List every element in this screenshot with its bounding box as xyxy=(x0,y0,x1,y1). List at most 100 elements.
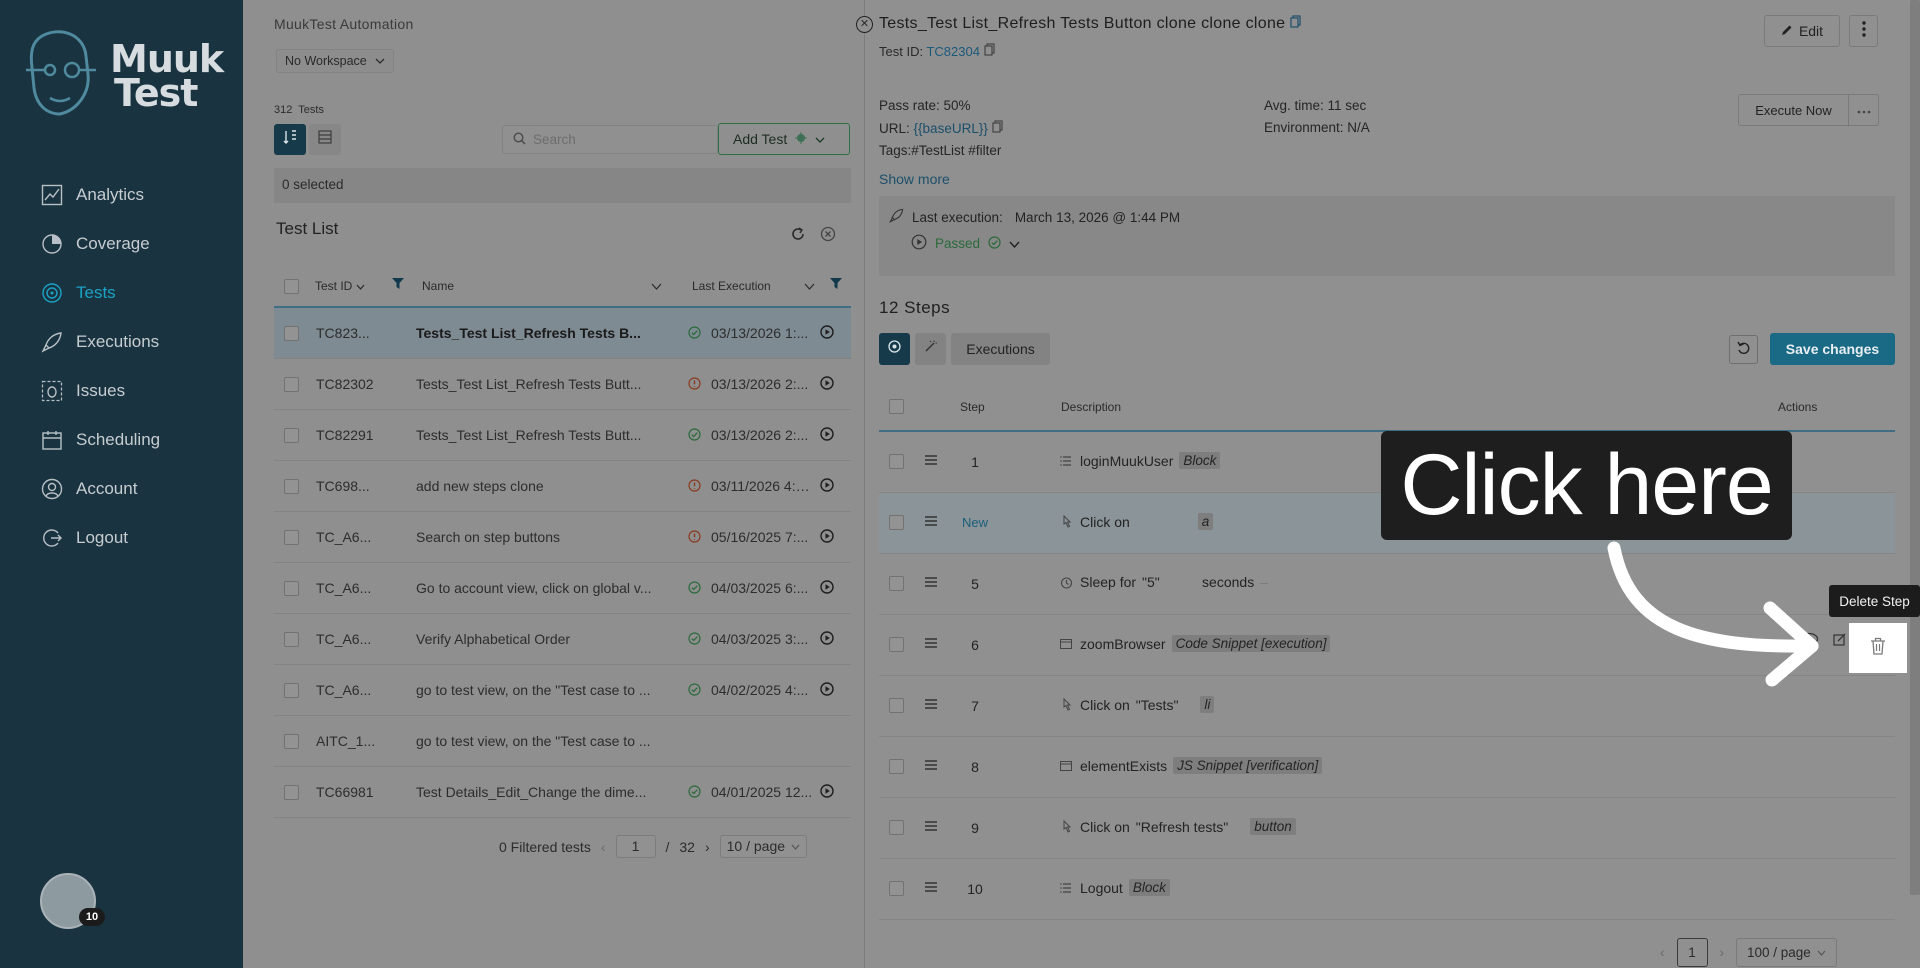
page-size-select[interactable]: 10 / page xyxy=(719,835,808,858)
execute-now-button[interactable]: Execute Now xyxy=(1738,94,1849,126)
row-checkbox[interactable] xyxy=(284,530,299,548)
add-test-button[interactable]: Add Test xyxy=(718,123,850,155)
sidebar-item-logout[interactable]: Logout xyxy=(40,513,160,562)
sidebar-item-coverage[interactable]: Coverage xyxy=(40,219,160,268)
executions-tab-button[interactable]: Executions xyxy=(951,333,1050,365)
table-row[interactable]: TC_A6... Search on step buttons 05/16/2025… xyxy=(274,512,851,563)
column-name[interactable]: Name xyxy=(422,279,454,293)
drag-handle-icon[interactable] xyxy=(924,819,938,835)
test-id-value[interactable]: TC82304 xyxy=(926,44,979,59)
row-checkbox[interactable] xyxy=(284,326,299,344)
ai-edit-button[interactable] xyxy=(915,333,946,365)
more-options-button[interactable] xyxy=(1849,15,1878,47)
execute-options-button[interactable] xyxy=(1849,94,1879,126)
copy-icon[interactable] xyxy=(983,43,995,56)
sidebar-item-account[interactable]: Account xyxy=(40,464,160,513)
row-checkbox[interactable] xyxy=(284,785,299,803)
step-checkbox[interactable] xyxy=(889,454,904,472)
step-row[interactable]: 10 Logout Block xyxy=(879,859,1895,920)
table-row[interactable]: TC823... Tests_Test List_Refresh Tests B.… xyxy=(274,308,851,359)
steps-view-button[interactable] xyxy=(879,333,910,365)
current-page[interactable]: 1 xyxy=(1676,938,1708,967)
row-checkbox[interactable] xyxy=(284,734,299,752)
row-checkbox[interactable] xyxy=(284,632,299,650)
table-row[interactable]: TC_A6... go to test view, on the "Test ca… xyxy=(274,665,851,716)
table-row[interactable]: TC82302 Tests_Test List_Refresh Tests But… xyxy=(274,359,851,410)
step-row[interactable]: 8 elementExists JS Snippet [verification] xyxy=(879,737,1895,798)
step-checkbox[interactable] xyxy=(889,820,904,838)
workspace-select[interactable]: No Workspace xyxy=(276,49,394,73)
drag-handle-icon[interactable] xyxy=(924,514,938,530)
sidebar-item-tests[interactable]: Tests xyxy=(40,268,160,317)
column-test-id[interactable]: Test ID xyxy=(315,279,365,293)
show-more-link[interactable]: Show more xyxy=(879,171,950,187)
muuktest-logo[interactable]: Muuk Test xyxy=(20,28,225,120)
play-circle-icon[interactable] xyxy=(820,478,834,495)
select-all-checkbox[interactable] xyxy=(284,279,299,297)
table-row[interactable]: TC66981 Test Details_Edit_Change the dime… xyxy=(274,767,851,818)
row-checkbox[interactable] xyxy=(284,581,299,599)
play-circle-icon[interactable] xyxy=(820,631,834,648)
table-row[interactable]: TC698... add new steps clone 03/11/2026 4:… xyxy=(274,461,851,512)
filter-icon[interactable] xyxy=(830,277,842,293)
step-row[interactable]: 9 Click on "Refresh tests" button xyxy=(879,798,1895,859)
step-checkbox[interactable] xyxy=(889,759,904,777)
step-checkbox[interactable] xyxy=(889,576,904,594)
copy-icon[interactable] xyxy=(1290,15,1301,28)
row-checkbox[interactable] xyxy=(284,683,299,701)
play-circle-icon[interactable] xyxy=(820,427,834,444)
select-all-steps-checkbox[interactable] xyxy=(889,399,904,417)
chevron-down-icon[interactable] xyxy=(1009,236,1020,251)
table-view-button[interactable] xyxy=(309,124,341,155)
page-size-select[interactable]: 100 / page xyxy=(1736,938,1837,967)
next-page-icon[interactable]: › xyxy=(705,839,710,855)
undo-button[interactable] xyxy=(1729,335,1758,364)
drag-handle-icon[interactable] xyxy=(924,697,938,713)
drag-handle-icon[interactable] xyxy=(924,758,938,774)
play-circle-icon[interactable] xyxy=(820,682,834,699)
drag-handle-icon[interactable] xyxy=(924,880,938,896)
sidebar-item-scheduling[interactable]: Scheduling xyxy=(40,415,160,464)
copy-icon[interactable] xyxy=(992,120,1003,133)
drag-handle-icon[interactable] xyxy=(924,453,938,469)
chevron-down-icon[interactable] xyxy=(651,279,662,293)
play-circle-icon[interactable] xyxy=(820,529,834,546)
url-value[interactable]: {{baseURL}} xyxy=(914,121,988,136)
save-changes-button[interactable]: Save changes xyxy=(1770,333,1895,365)
step-checkbox[interactable] xyxy=(889,698,904,716)
play-circle-icon[interactable] xyxy=(820,784,834,801)
column-last-execution[interactable]: Last Execution xyxy=(692,279,771,293)
search-input[interactable]: Search xyxy=(502,125,718,154)
drag-handle-icon[interactable] xyxy=(924,636,938,652)
next-page-icon[interactable]: › xyxy=(1720,945,1725,960)
scrollbar[interactable] xyxy=(1910,0,1920,895)
sidebar-item-analytics[interactable]: Analytics xyxy=(40,170,160,219)
close-panel-icon[interactable]: ✕ xyxy=(856,16,873,33)
refresh-icon[interactable] xyxy=(790,226,806,247)
play-circle-icon[interactable] xyxy=(820,376,834,393)
row-checkbox[interactable] xyxy=(284,377,299,395)
row-checkbox[interactable] xyxy=(284,479,299,497)
row-checkbox[interactable] xyxy=(284,428,299,446)
step-checkbox[interactable] xyxy=(889,881,904,899)
delete-step-button[interactable] xyxy=(1849,623,1907,673)
clear-icon[interactable] xyxy=(820,226,836,247)
edit-button[interactable]: Edit xyxy=(1764,15,1840,47)
table-row[interactable]: TC82291 Tests_Test List_Refresh Tests But… xyxy=(274,410,851,461)
table-row[interactable]: TC_A6... Go to account view, click on glo… xyxy=(274,563,851,614)
edit-step-icon[interactable] xyxy=(1833,632,1847,651)
step-checkbox[interactable] xyxy=(889,637,904,655)
sidebar-item-issues[interactable]: Issues xyxy=(40,366,160,415)
step-checkbox[interactable] xyxy=(889,515,904,533)
prev-page-icon[interactable]: ‹ xyxy=(1660,945,1665,960)
play-circle-icon[interactable] xyxy=(911,234,927,253)
drag-handle-icon[interactable] xyxy=(924,575,938,591)
table-row[interactable]: AITC_1... go to test view, on the "Test c… xyxy=(274,716,851,767)
play-circle-icon[interactable] xyxy=(820,580,834,597)
chevron-down-icon[interactable] xyxy=(804,279,815,293)
prev-page-icon[interactable]: ‹ xyxy=(601,839,606,855)
list-view-button[interactable] xyxy=(274,124,306,155)
play-circle-icon[interactable] xyxy=(820,325,834,342)
filter-icon[interactable] xyxy=(392,277,404,293)
table-row[interactable]: TC_A6... Verify Alphabetical Order 04/03/2… xyxy=(274,614,851,665)
